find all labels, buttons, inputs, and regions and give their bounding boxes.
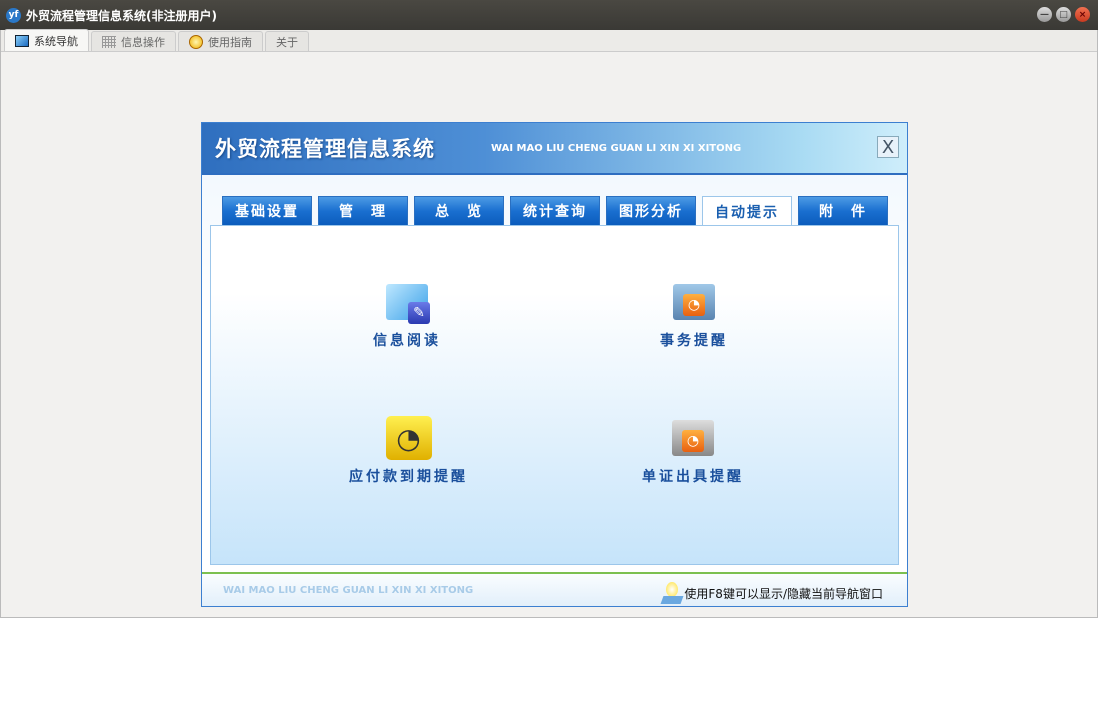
nav-tab-manage[interactable]: 管 理 xyxy=(318,196,408,226)
content-area: ✎ 信息阅读 ◔ 事务提醒 ◔ 应付款到期提醒 ◔ 单证出具提醒 xyxy=(210,225,899,565)
nav-tab-graph-analysis[interactable]: 图形分析 xyxy=(606,196,696,226)
panel-header: 外贸流程管理信息系统 WAI MAO LIU CHENG GUAN LI XIN… xyxy=(202,123,907,175)
panel-subtitle: WAI MAO LIU CHENG GUAN LI XIN XI XITONG xyxy=(491,142,742,154)
tab-about[interactable]: 关于 xyxy=(265,31,309,51)
item-label: 单证出具提醒 xyxy=(642,469,744,485)
close-button[interactable]: × xyxy=(1075,7,1090,22)
nav-tab-auto-reminder[interactable]: 自动提示 xyxy=(702,196,792,227)
maximize-button[interactable]: □ xyxy=(1056,7,1071,22)
tab-guide[interactable]: 使用指南 xyxy=(178,31,263,51)
rss-icon: ◔ xyxy=(385,416,432,460)
tab-info-ops[interactable]: 信息操作 xyxy=(91,31,176,51)
tab-label: 信息操作 xyxy=(121,35,165,49)
item-label: 信息阅读 xyxy=(373,333,441,349)
help-icon xyxy=(189,34,203,49)
nav-tab-attachment[interactable]: 附 件 xyxy=(798,196,888,226)
title-bar: yf 外贸流程管理信息系统(非注册用户) — □ × xyxy=(0,0,1098,30)
tab-label: 系统导航 xyxy=(34,34,78,48)
item-label: 应付款到期提醒 xyxy=(349,469,468,485)
monitor-icon xyxy=(15,34,29,47)
item-info-reading[interactable]: ✎ 信息阅读 xyxy=(373,280,441,350)
footer-subtitle: WAI MAO LIU CHENG GUAN LI XIN XI XITONG xyxy=(223,584,474,596)
item-label: 事务提醒 xyxy=(660,333,728,349)
tab-label: 使用指南 xyxy=(208,35,252,49)
tab-bar: 系统导航 信息操作 使用指南 关于 xyxy=(1,29,1097,52)
hint-text: 使用F8键可以显示/隐藏当前导航窗口 xyxy=(684,586,883,601)
app-logo-icon: yf xyxy=(6,7,21,23)
lightbulb-icon xyxy=(660,582,684,604)
panel-close-button[interactable]: X xyxy=(877,136,899,158)
rss-folder-icon: ◔ xyxy=(670,416,716,460)
rss-folder-icon: ◔ xyxy=(671,280,717,324)
nav-tab-basic-settings[interactable]: 基础设置 xyxy=(222,196,312,226)
nav-tabs: 基础设置 管 理 总 览 统计查询 图形分析 自动提示 附 件 xyxy=(222,196,888,227)
tab-label: 关于 xyxy=(276,35,298,49)
panel-title: 外贸流程管理信息系统 xyxy=(215,137,435,161)
nav-tab-statistics[interactable]: 统计查询 xyxy=(510,196,600,226)
panel-footer: WAI MAO LIU CHENG GUAN LI XIN XI XITONG … xyxy=(202,572,907,606)
item-affair-reminder[interactable]: ◔ 事务提醒 xyxy=(660,280,728,350)
main-client: 系统导航 信息操作 使用指南 关于 外贸流程管理信息系统 WAI MAO LIU… xyxy=(0,29,1098,618)
folder-read-icon: ✎ xyxy=(384,280,430,324)
minimize-button[interactable]: — xyxy=(1037,7,1052,22)
item-payable-due-reminder[interactable]: ◔ 应付款到期提醒 xyxy=(349,416,468,486)
navigation-panel: 外贸流程管理信息系统 WAI MAO LIU CHENG GUAN LI XIN… xyxy=(201,122,908,607)
tab-system-nav[interactable]: 系统导航 xyxy=(4,29,89,51)
window-title: 外贸流程管理信息系统(非注册用户) xyxy=(26,8,217,23)
grid-icon xyxy=(102,35,116,48)
nav-tab-overview[interactable]: 总 览 xyxy=(414,196,504,226)
item-document-reminder[interactable]: ◔ 单证出具提醒 xyxy=(642,416,744,486)
f8-hint: 使用F8键可以显示/隐藏当前导航窗口 xyxy=(660,582,883,604)
